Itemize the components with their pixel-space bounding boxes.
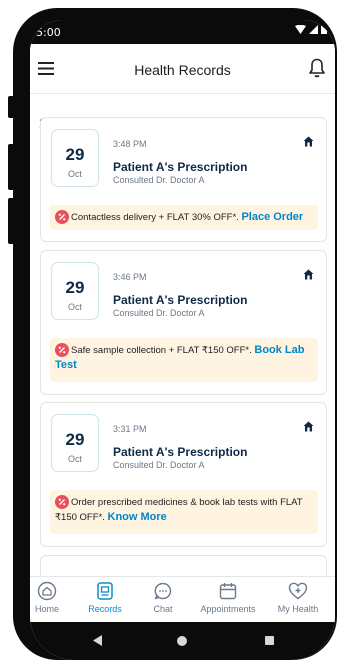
nav-appointments[interactable]: Appointments — [198, 581, 258, 614]
bottom-nav: Home Records Chat Appointments My Health — [30, 576, 335, 622]
record-time: 3:48 PM — [113, 139, 147, 149]
record-subtitle: Consulted Dr. Doctor A — [113, 175, 205, 185]
nav-records[interactable]: Records — [75, 581, 135, 614]
promo-banner: Contactless delivery + FLAT 30% OFF*. Pl… — [50, 205, 318, 230]
record-title: Patient A's Prescription — [113, 293, 248, 307]
page-title: Health Records — [134, 62, 231, 78]
date-month: Oct — [67, 302, 82, 312]
status-time: 5:00 — [36, 26, 61, 39]
status-bar: 5:00 — [30, 20, 335, 44]
back-icon[interactable] — [93, 635, 102, 646]
date-day: 29 — [65, 278, 85, 297]
know-more-link[interactable]: Know More — [108, 511, 167, 523]
system-nav-bar — [30, 622, 335, 660]
home-icon[interactable] — [303, 421, 314, 432]
date-month: Oct — [67, 454, 82, 464]
heart-plus-icon — [288, 582, 308, 600]
date-day: 29 — [65, 145, 85, 164]
place-order-link[interactable]: Place Order — [241, 211, 303, 223]
promo-text: Contactless delivery + FLAT 30% OFF*. — [71, 212, 239, 223]
date-day: 29 — [65, 430, 85, 449]
record-title: Patient A's Prescription — [113, 160, 248, 174]
home-icon[interactable] — [303, 136, 314, 147]
record-time: 3:31 PM — [113, 424, 147, 434]
nav-chat[interactable]: Chat — [133, 581, 193, 614]
date-box: 29 Oct — [51, 262, 99, 320]
home-button-icon[interactable] — [177, 636, 187, 646]
promo-text-wrap: Safe sample collection + FLAT ₹150 OFF*.… — [55, 343, 310, 373]
promo-text: Safe sample collection + FLAT ₹150 OFF*. — [71, 345, 252, 356]
nav-label: Chat — [153, 604, 173, 614]
nav-label: Home — [34, 604, 59, 614]
records-icon — [97, 582, 113, 600]
recents-icon[interactable] — [265, 636, 274, 645]
nav-label: My Health — [277, 604, 319, 614]
promo-text: Order prescribed medicines & book lab te… — [55, 497, 303, 523]
date-box: 29 Oct — [51, 129, 99, 187]
nav-label: Appointments — [200, 604, 256, 614]
date-box: 29 Oct — [51, 414, 99, 472]
promo-text-wrap: Contactless delivery + FLAT 30% OFF*. Pl… — [71, 210, 310, 225]
home-outline-icon — [37, 581, 57, 601]
promo-text-wrap: Order prescribed medicines & book lab te… — [55, 495, 310, 525]
status-icons — [295, 24, 327, 34]
record-card[interactable]: 29 Oct 3:31 PM Patient A's Prescription … — [40, 402, 327, 547]
nav-home[interactable]: Home — [30, 581, 77, 614]
promo-banner: Safe sample collection + FLAT ₹150 OFF*.… — [50, 338, 318, 382]
nav-label: Records — [88, 604, 122, 614]
record-title: Patient A's Prescription — [113, 445, 248, 459]
record-time: 3:46 PM — [113, 272, 147, 282]
chat-icon — [154, 582, 172, 600]
date-month: Oct — [67, 169, 82, 179]
calendar-icon — [219, 583, 237, 600]
phone-screen: 5:00 Health Records 2021 29 Oct 3:48 PM … — [30, 20, 335, 660]
app-bar: Health Records — [30, 44, 335, 94]
home-icon[interactable] — [303, 269, 314, 280]
promo-banner: Order prescribed medicines & book lab te… — [50, 490, 318, 534]
record-subtitle: Consulted Dr. Doctor A — [113, 308, 205, 318]
battery-icon — [321, 24, 327, 34]
record-card[interactable]: 29 Oct 3:48 PM Patient A's Prescription … — [40, 117, 327, 242]
bell-icon[interactable] — [309, 58, 325, 78]
nav-my-health[interactable]: My Health — [268, 581, 328, 614]
wifi-icon — [295, 24, 306, 34]
record-card[interactable]: 29 Oct 3:46 PM Patient A's Prescription … — [40, 250, 327, 395]
record-subtitle: Consulted Dr. Doctor A — [113, 460, 205, 470]
discount-badge-icon — [55, 210, 69, 224]
signal-icon — [309, 24, 318, 34]
